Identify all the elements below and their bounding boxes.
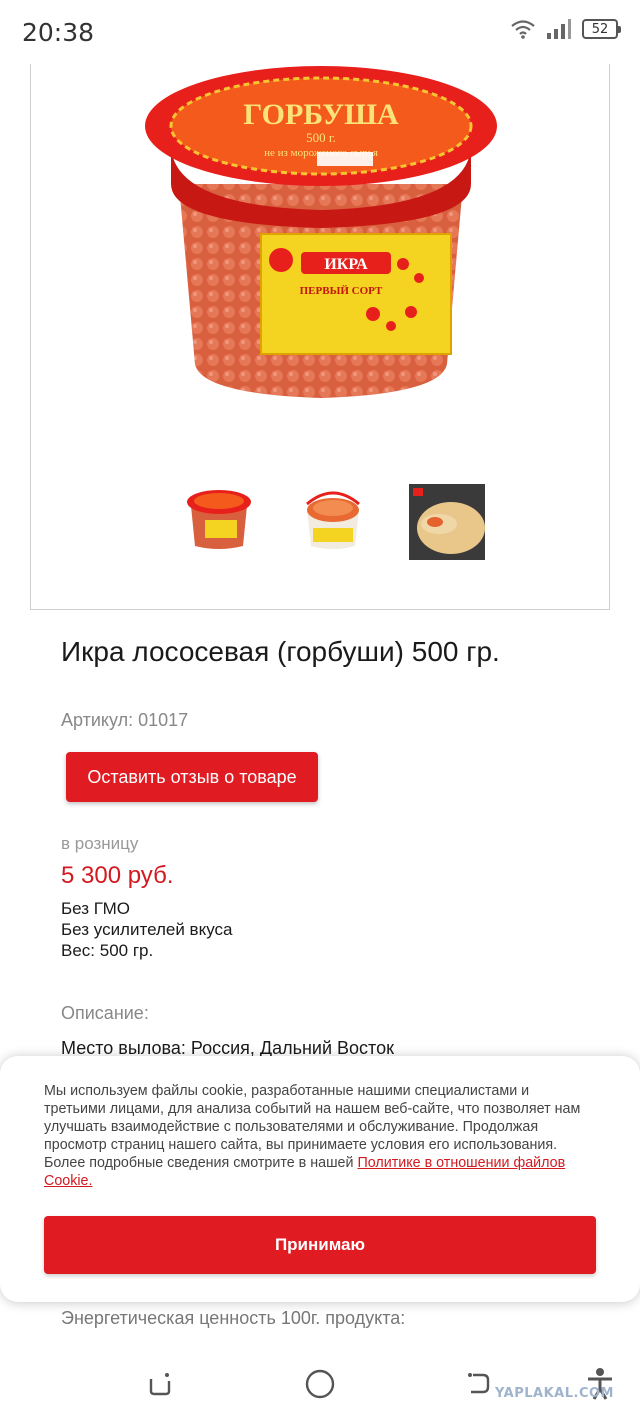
- sticker-title: ИКРА: [324, 256, 368, 273]
- feature-item: Вес: 500 гр.: [61, 941, 154, 960]
- product-price: 5 300 руб.: [61, 862, 174, 889]
- battery-icon: 52: [582, 19, 621, 39]
- thumbnail-strip: [181, 484, 485, 560]
- lid-weight: 500 г.: [306, 130, 336, 145]
- feature-list: Без ГМО Без усилителей вкуса Вес: 500 гр…: [61, 898, 232, 961]
- feature-item: Без ГМО: [61, 899, 130, 918]
- product-sku: Артикул: 01017: [61, 710, 189, 730]
- main-product-image[interactable]: ИКРА ПЕРВЫЙ СОРТ ГОРБУША 500 г. не из мо…: [141, 64, 501, 444]
- description-label: Описание:: [61, 1003, 149, 1023]
- thumbnail-jar-closed[interactable]: [181, 484, 257, 560]
- accept-cookies-button[interactable]: Принимаю: [44, 1216, 596, 1274]
- product-title: Икра лососевая (горбуши) 500 гр.: [61, 636, 500, 667]
- recent-apps-icon[interactable]: [140, 1364, 180, 1404]
- energy-value-label: Энергетическая ценность 100г. продукта:: [61, 1308, 406, 1328]
- cookie-banner: Мы используем файлы cookie, разработанны…: [0, 1056, 640, 1302]
- signal-icon: [547, 19, 571, 39]
- back-icon[interactable]: [458, 1364, 498, 1404]
- status-icons: 52: [510, 18, 621, 40]
- status-bar: 20:38 52: [0, 0, 640, 64]
- product-gallery: ИКРА ПЕРВЫЙ СОРТ ГОРБУША 500 г. не из мо…: [30, 64, 610, 610]
- wifi-icon: [511, 20, 535, 39]
- status-time: 20:38: [22, 18, 95, 47]
- feature-item: Без усилителей вкуса: [61, 920, 233, 939]
- home-icon[interactable]: [300, 1364, 340, 1404]
- sticker-subtitle: ПЕРВЫЙ СОРТ: [300, 285, 383, 297]
- leave-review-button[interactable]: Оставить отзыв о товаре: [66, 752, 318, 802]
- thumbnail-pancakes[interactable]: [409, 484, 485, 560]
- lid-brand: ГОРБУША: [243, 98, 399, 131]
- thumbnail-jar-open[interactable]: [295, 484, 371, 560]
- retail-label: в розницу: [61, 834, 139, 853]
- cookie-text: Мы используем файлы cookie, разработанны…: [44, 1082, 584, 1190]
- watermark: YAPLAKAL.COM: [495, 1386, 614, 1401]
